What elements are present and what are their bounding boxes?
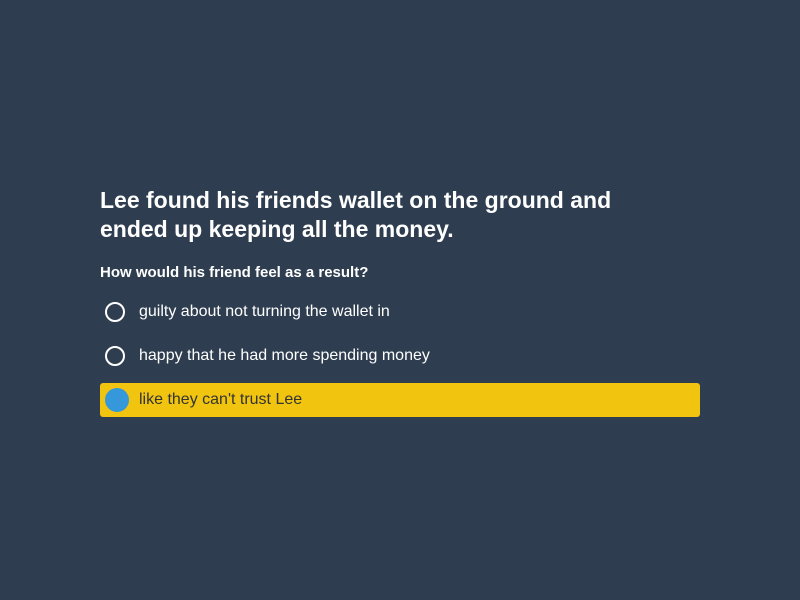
answer-option-2[interactable]: happy that he had more spending money bbox=[100, 339, 700, 373]
radio-circle-icon[interactable] bbox=[105, 388, 129, 412]
answer-option-label: guilty about not turning the wallet in bbox=[139, 303, 390, 320]
answer-option-label: like they can't trust Lee bbox=[139, 391, 303, 408]
radio-circle-icon[interactable] bbox=[105, 346, 125, 366]
question-prompt: How would his friend feel as a result? bbox=[100, 264, 369, 281]
radio-circle-icon[interactable] bbox=[105, 302, 125, 322]
answer-option-1[interactable]: guilty about not turning the wallet in bbox=[100, 295, 700, 329]
question-text: Lee found his friends wallet on the grou… bbox=[100, 187, 612, 242]
answer-option-3[interactable]: like they can't trust Lee bbox=[100, 383, 700, 417]
quiz-card: Lee found his friends wallet on the grou… bbox=[100, 186, 700, 427]
answer-options: guilty about not turning the wallet in h… bbox=[100, 295, 700, 417]
answer-option-label: happy that he had more spending money bbox=[139, 347, 430, 364]
